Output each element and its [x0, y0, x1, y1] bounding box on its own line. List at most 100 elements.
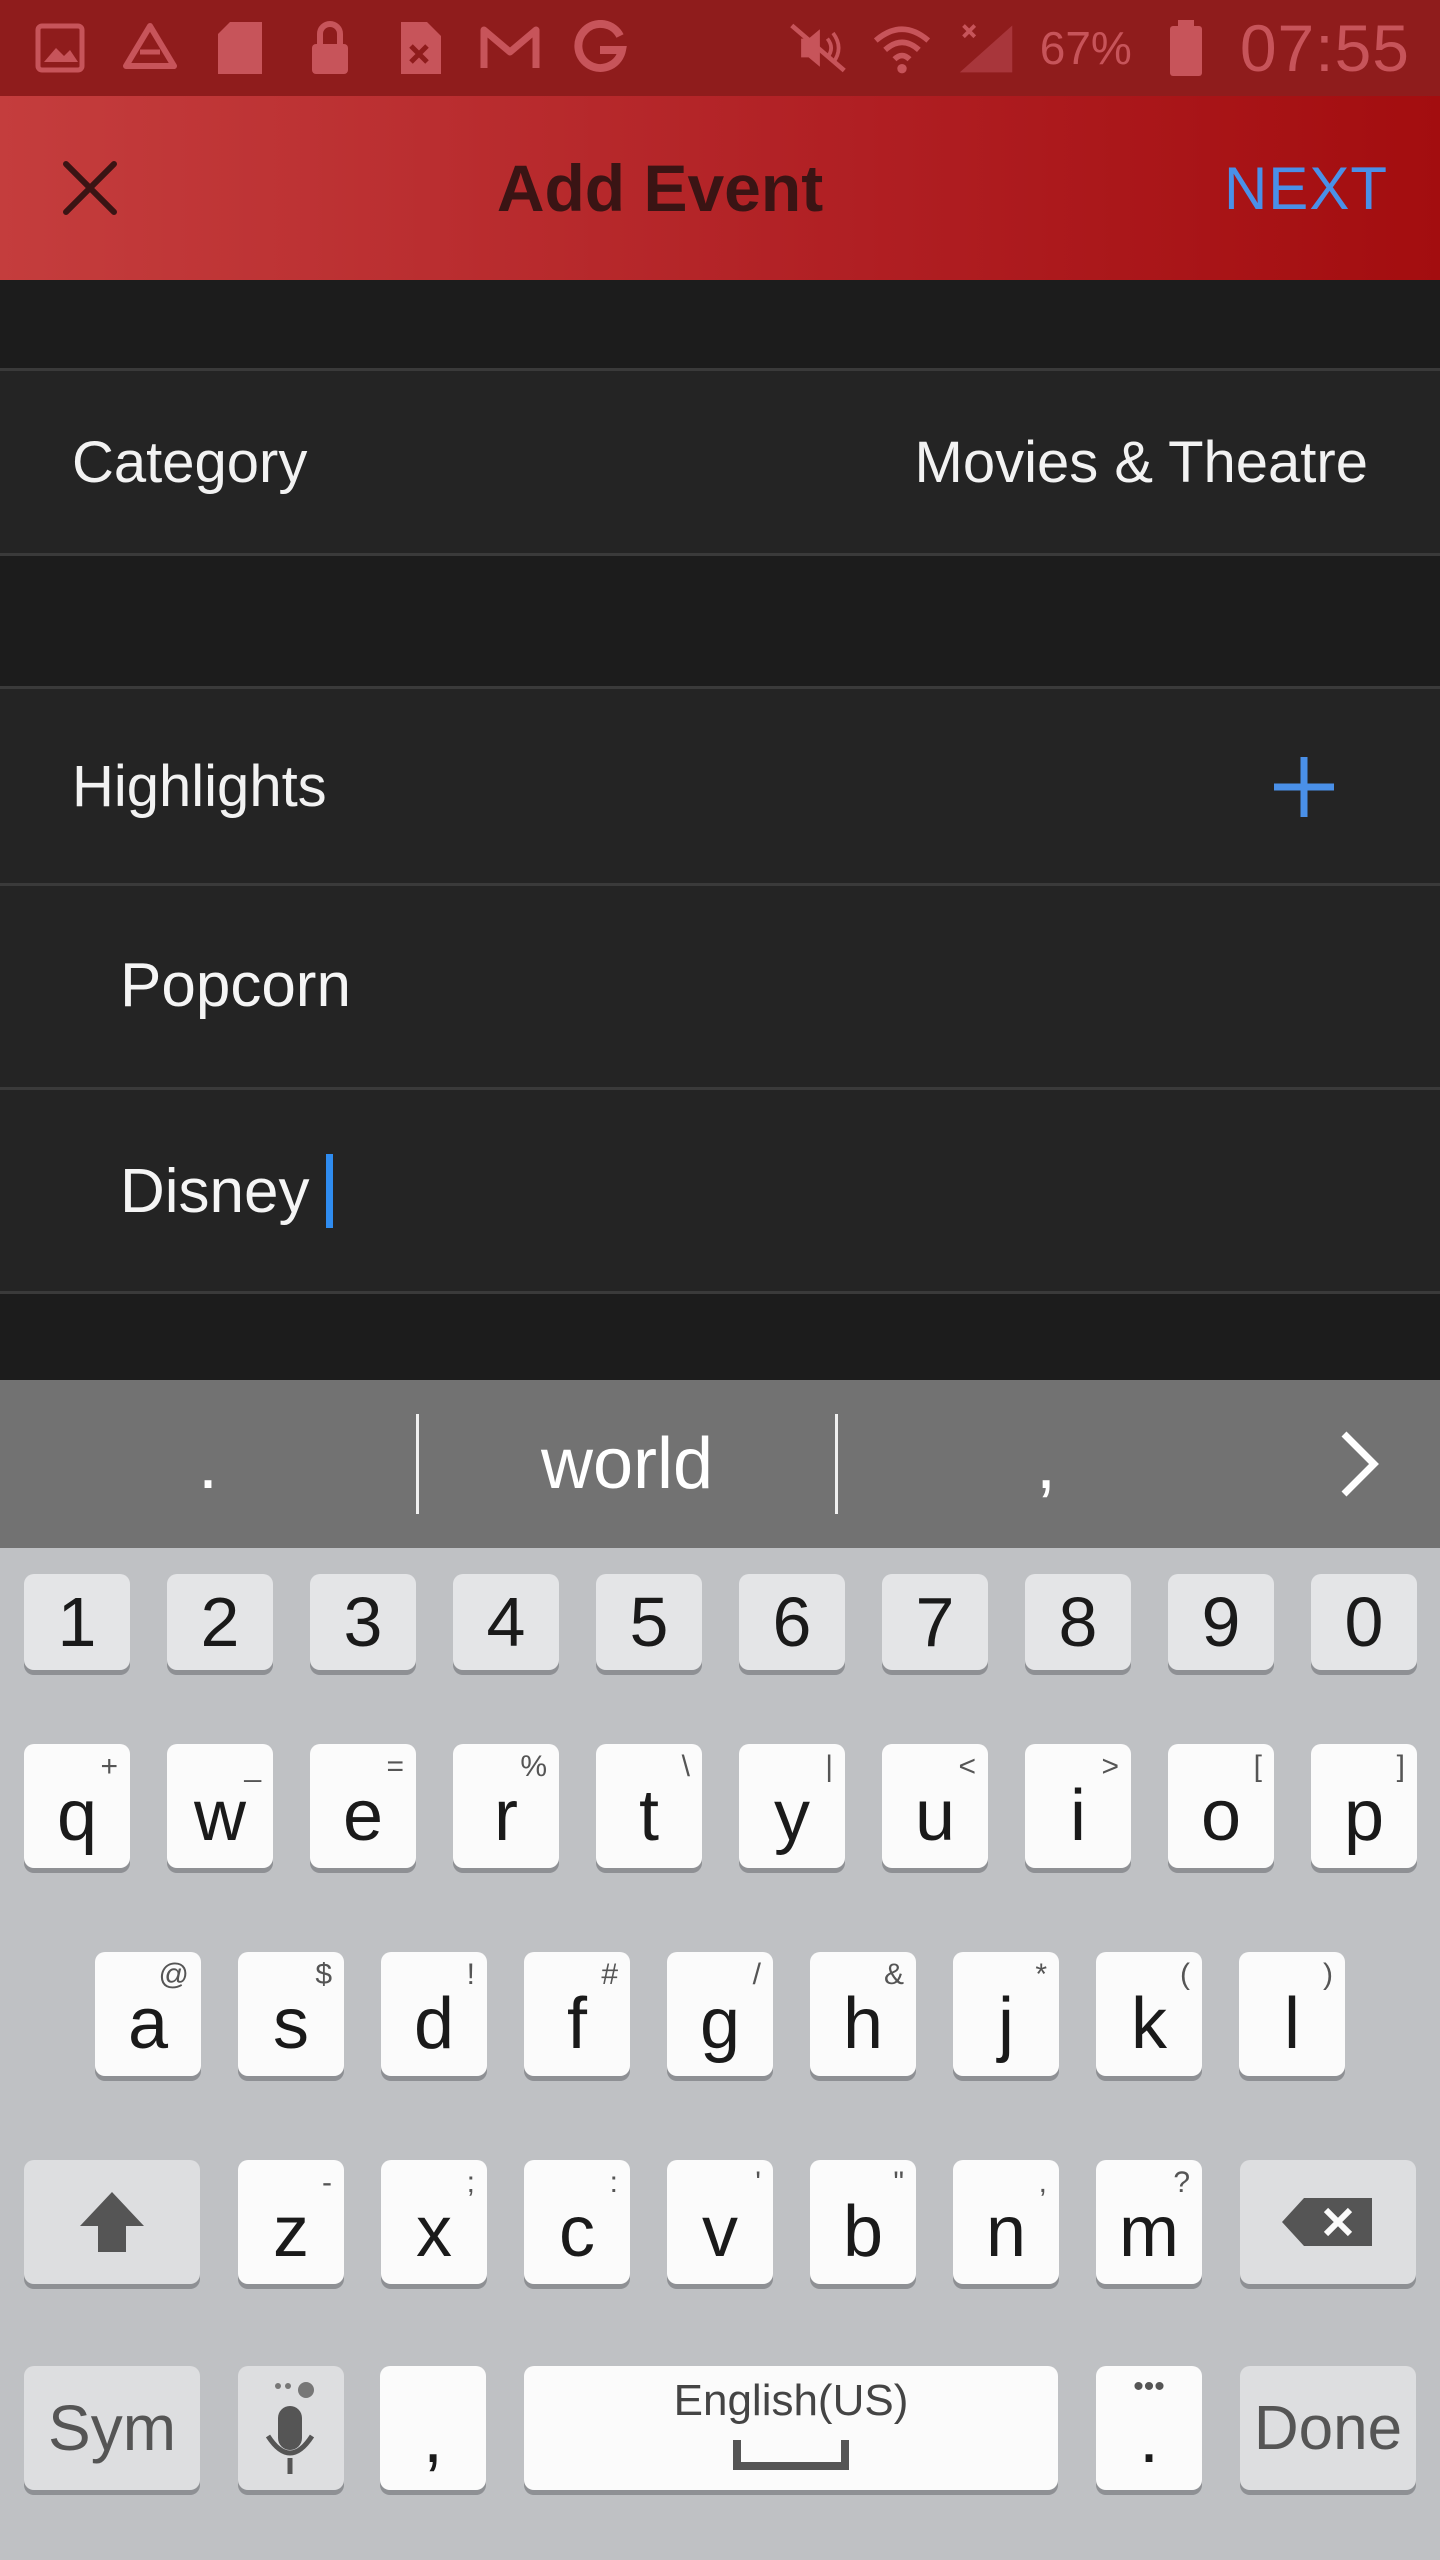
- clock: 07:55: [1239, 11, 1410, 85]
- key-b[interactable]: " b: [810, 2160, 916, 2284]
- key-label: e: [342, 1776, 384, 1856]
- key-d[interactable]: ! d: [381, 1952, 487, 2076]
- suggestion-right[interactable]: ,: [838, 1380, 1254, 1548]
- shift-key[interactable]: [24, 2160, 200, 2284]
- key-i[interactable]: > i: [1025, 1744, 1131, 1868]
- key-g[interactable]: / g: [667, 1952, 773, 2076]
- key-u[interactable]: < u: [882, 1744, 988, 1868]
- voice-input-key[interactable]: [238, 2366, 344, 2490]
- key-p[interactable]: ] p: [1311, 1744, 1417, 1868]
- next-button[interactable]: NEXT: [1224, 154, 1388, 223]
- key-label: g: [699, 1984, 741, 2064]
- key-label: h: [842, 1984, 884, 2064]
- backspace-key[interactable]: [1240, 2160, 1416, 2284]
- add-highlight-button[interactable]: [1264, 747, 1344, 827]
- key-e[interactable]: = e: [310, 1744, 416, 1868]
- period-key-label: .: [1138, 2398, 1159, 2478]
- key-c[interactable]: :c: [524, 2160, 630, 2284]
- key-label: k: [1131, 1984, 1167, 2064]
- key-1[interactable]: 1: [24, 1574, 130, 1670]
- key-q[interactable]: + q: [24, 1744, 130, 1868]
- more-suggestions-button[interactable]: [1310, 1414, 1410, 1514]
- key-j[interactable]: * j: [953, 1952, 1059, 2076]
- period-key[interactable]: ••• .: [1096, 2366, 1202, 2490]
- wifi-icon: [872, 18, 932, 78]
- space-key[interactable]: English(US): [524, 2366, 1058, 2490]
- key-0[interactable]: 0: [1311, 1574, 1417, 1670]
- key-label: c: [559, 2192, 595, 2272]
- suggestion-left[interactable]: .: [0, 1380, 416, 1548]
- key-alt-label: &: [883, 1958, 904, 1991]
- key-3[interactable]: 3: [310, 1574, 416, 1670]
- key-alt-label: %: [520, 1750, 547, 1783]
- key-9[interactable]: 9: [1168, 1574, 1274, 1670]
- app-bar: Add Event NEXT: [0, 96, 1440, 280]
- key-y[interactable]: | y: [739, 1744, 845, 1868]
- key-h[interactable]: & h: [810, 1952, 916, 2076]
- key-alt-label: <: [958, 1750, 976, 1783]
- key-o[interactable]: [o: [1168, 1744, 1274, 1868]
- key-x[interactable]: ; x: [381, 2160, 487, 2284]
- key-label: y: [774, 1776, 810, 1856]
- battery-percent: 67%: [1039, 22, 1132, 74]
- key-2[interactable]: 2: [167, 1574, 273, 1670]
- sym-key[interactable]: Sym: [24, 2366, 200, 2490]
- gmail-icon: [480, 18, 540, 78]
- key-w[interactable]: _ w: [167, 1744, 273, 1868]
- space-key-label: English(US): [673, 2376, 909, 2425]
- file-error-icon: [390, 18, 450, 78]
- key-alt-label: $: [315, 1958, 332, 1991]
- key-label: m: [1119, 2192, 1179, 2272]
- microphone-icon: [265, 2382, 315, 2474]
- form-content: Category Movies & Theatre Highlights Pop…: [0, 280, 1440, 1380]
- key-alt-label: [: [1253, 1750, 1262, 1783]
- key-m[interactable]: ? m: [1096, 2160, 1202, 2284]
- key-alt-label: ]: [1396, 1750, 1405, 1783]
- key-alt-label: /: [752, 1958, 761, 1991]
- highlight-item[interactable]: Popcorn: [0, 886, 1440, 1090]
- key-r[interactable]: % r: [453, 1744, 559, 1868]
- key-7[interactable]: 7: [882, 1574, 988, 1670]
- suggestion-center[interactable]: world: [419, 1380, 835, 1548]
- key-v[interactable]: ' v: [667, 2160, 773, 2284]
- key-label: 8: [1058, 1583, 1098, 1661]
- category-value[interactable]: Movies & Theatre: [915, 429, 1368, 496]
- key-label: t: [638, 1776, 659, 1856]
- status-bar: 67% 07:55: [0, 0, 1440, 96]
- key-a[interactable]: @ a: [95, 1952, 201, 2076]
- key-alt-label: +: [100, 1750, 118, 1783]
- keyboard: 1 2 3 4 5 6 7 8 9 0 + q _ w = e% r \ t | y < u > i[o] p @ a $ s! d # f / g…: [0, 1548, 1440, 2560]
- key-alt-label: ': [755, 2166, 761, 2199]
- key-alt-label: *: [1035, 1958, 1047, 1991]
- comma-key-label: ,: [422, 2398, 443, 2478]
- category-label: Category: [72, 430, 308, 495]
- key-4[interactable]: 4: [453, 1574, 559, 1670]
- key-8[interactable]: 8: [1025, 1574, 1131, 1670]
- key-l[interactable]: ) l: [1239, 1952, 1345, 2076]
- highlights-header-row: Highlights: [0, 686, 1440, 886]
- key-s[interactable]: $ s: [238, 1952, 344, 2076]
- key-f[interactable]: # f: [524, 1952, 630, 2076]
- chevron-right-icon: [1341, 1431, 1379, 1497]
- key-t[interactable]: \ t: [596, 1744, 702, 1868]
- key-6[interactable]: 6: [739, 1574, 845, 1670]
- comma-key[interactable]: ,: [380, 2366, 486, 2490]
- key-n[interactable]: ,n: [953, 2160, 1059, 2284]
- key-label: d: [413, 1984, 455, 2064]
- key-label: 4: [486, 1583, 526, 1661]
- key-label: l: [1284, 1984, 1300, 2064]
- key-z[interactable]: -z: [238, 2160, 344, 2284]
- plus-icon: [1274, 757, 1334, 817]
- key-label: z: [273, 2192, 309, 2272]
- highlight-text: Popcorn: [120, 951, 351, 1020]
- key-alt-label: \: [681, 1750, 690, 1783]
- page-title: Add Event: [496, 151, 824, 225]
- highlight-input[interactable]: Disney: [0, 1090, 1440, 1294]
- category-row[interactable]: Category Movies & Theatre: [0, 368, 1440, 556]
- key-5[interactable]: 5: [596, 1574, 702, 1670]
- key-label: x: [416, 2192, 452, 2272]
- done-key[interactable]: Done: [1240, 2366, 1416, 2490]
- battery-icon: [1156, 18, 1216, 78]
- key-label: w: [194, 1776, 246, 1856]
- key-k[interactable]: (k: [1096, 1952, 1202, 2076]
